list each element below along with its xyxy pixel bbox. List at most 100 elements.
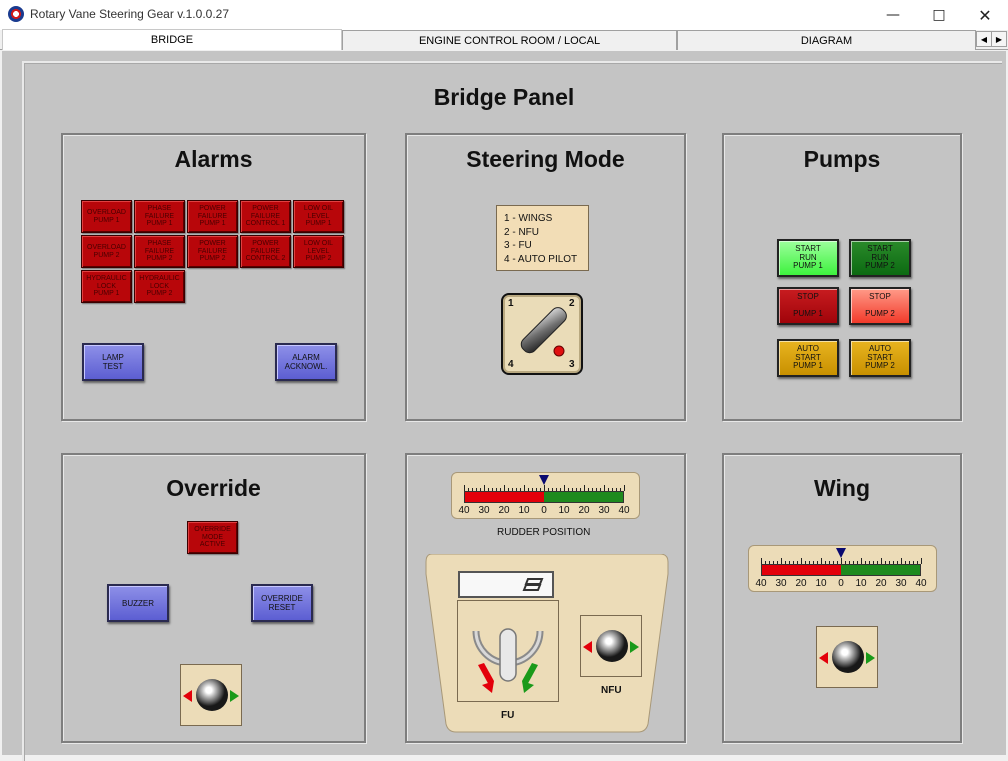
alarm-lamp: POWER FAILURE PUMP 2 bbox=[187, 235, 238, 268]
page-title: Bridge Panel bbox=[433, 84, 575, 110]
alarm-lamp: POWER FAILURE CONTROL 2 bbox=[240, 235, 291, 268]
mode-item-autopilot: 4 - AUTO PILOT bbox=[504, 253, 578, 265]
pumps-panel: Pumps START RUN PUMP 1 START RUN PUMP 2 … bbox=[722, 133, 962, 421]
scale-label: 30 bbox=[895, 578, 907, 589]
arrow-right-icon bbox=[866, 652, 875, 664]
rudder-position-indicator: 40 30 20 10 0 10 20 30 40 bbox=[451, 472, 640, 519]
tab-strip: BRIDGE ENGINE CONTROL ROOM / LOCAL DIAGR… bbox=[0, 29, 1008, 50]
scale-tick bbox=[624, 485, 625, 491]
scale-label: 40 bbox=[915, 578, 927, 589]
alarm-lamp: HYDRAULIC LOCK PUMP 2 bbox=[134, 270, 185, 303]
scale-label: 20 bbox=[578, 505, 590, 516]
scale-label: 20 bbox=[795, 578, 807, 589]
alarm-lamp: HYDRAULIC LOCK PUMP 1 bbox=[81, 270, 132, 303]
tab-scroll-right-icon[interactable]: ▶ bbox=[991, 31, 1007, 47]
scale-label: 0 bbox=[541, 505, 547, 516]
auto-start-pump-2-button[interactable]: AUTO START PUMP 2 bbox=[849, 339, 911, 377]
rudder-panel: 40 30 20 10 0 10 20 30 40 RUDDER POSITION FU bbox=[405, 453, 686, 743]
stop-pump-1-button[interactable]: STOP PUMP 1 bbox=[777, 287, 839, 325]
rudder-pointer-icon bbox=[836, 548, 846, 558]
scale-stbd-green bbox=[544, 492, 623, 502]
mode-item-nfu: 2 - NFU bbox=[504, 226, 539, 238]
alarms-panel: Alarms OVERLOAD PUMP 1 PHASE FAILURE PUMP… bbox=[61, 133, 366, 421]
stop-pump-2-button[interactable]: STOP PUMP 2 bbox=[849, 287, 911, 325]
scale-bar bbox=[464, 491, 624, 503]
scale-stbd-green bbox=[841, 565, 920, 575]
fu-caption: FU bbox=[501, 710, 515, 721]
rudder-order-display bbox=[458, 571, 554, 598]
override-joystick[interactable] bbox=[180, 664, 242, 726]
override-reset-button[interactable]: OVERRIDE RESET bbox=[251, 584, 313, 622]
close-button[interactable]: ✕ bbox=[962, 0, 1008, 30]
joystick-knob-icon bbox=[196, 679, 228, 711]
arrow-left-icon bbox=[183, 690, 192, 702]
tab-bridge[interactable]: BRIDGE bbox=[2, 29, 342, 50]
alarm-lamp: PHASE FAILURE PUMP 2 bbox=[134, 235, 185, 268]
nfu-caption: NFU bbox=[601, 685, 622, 696]
alarm-lamp: POWER FAILURE CONTROL 1 bbox=[240, 200, 291, 233]
scale-label: 40 bbox=[755, 578, 767, 589]
alarm-acknowledge-button[interactable]: ALARM ACKNOWL. bbox=[275, 343, 337, 381]
scale-port-red bbox=[762, 565, 841, 575]
scale-label: 30 bbox=[775, 578, 787, 589]
auto-start-pump-1-button[interactable]: AUTO START PUMP 1 bbox=[777, 339, 839, 377]
arrow-left-icon bbox=[583, 641, 592, 653]
override-mode-active-lamp: OVERRIDE MODE ACTIVE bbox=[187, 521, 238, 554]
mode-item-fu: 3 - FU bbox=[504, 240, 532, 251]
digital-segment-icon bbox=[522, 578, 544, 591]
buzzer-button[interactable]: BUZZER bbox=[107, 584, 169, 622]
alarm-lamp: OVERLOAD PUMP 1 bbox=[81, 200, 132, 233]
bridge-content: Bridge Panel Alarms OVERLOAD PUMP 1 PHASE… bbox=[2, 51, 1006, 761]
steering-mode-list: 1 - WINGS 2 - NFU 3 - FU 4 - AUTO PILOT bbox=[496, 205, 589, 271]
scale-label: 30 bbox=[598, 505, 610, 516]
scale-label: 10 bbox=[558, 505, 570, 516]
steering-mode-title: Steering Mode bbox=[466, 146, 625, 172]
fu-tiller-icon bbox=[472, 628, 544, 693]
alarm-lamp: LOW OIL LEVEL PUMP 2 bbox=[293, 235, 344, 268]
override-panel: Override OVERRIDE MODE ACTIVE BUZZER OVE… bbox=[61, 453, 366, 743]
nfu-joystick[interactable] bbox=[580, 615, 642, 677]
scale-label: 10 bbox=[518, 505, 530, 516]
joystick-knob-icon bbox=[596, 630, 628, 662]
alarm-lamp: OVERLOAD PUMP 2 bbox=[81, 235, 132, 268]
scale-tick bbox=[921, 558, 922, 564]
tab-diagram[interactable]: DIAGRAM bbox=[677, 30, 976, 50]
maximize-button[interactable]: □ bbox=[916, 0, 962, 30]
scale-label: 10 bbox=[815, 578, 827, 589]
tab-scroll-left-icon[interactable]: ◀ bbox=[976, 31, 992, 47]
arrow-left-icon bbox=[819, 652, 828, 664]
rudder-position-caption: RUDDER POSITION bbox=[497, 527, 591, 538]
tab-engine-control-room[interactable]: ENGINE CONTROL ROOM / LOCAL bbox=[342, 30, 677, 50]
joystick-knob-icon bbox=[832, 641, 864, 673]
scale-label: 40 bbox=[458, 505, 470, 516]
scale-port-red bbox=[465, 492, 544, 502]
window-title: Rotary Vane Steering Gear v.1.0.0.27 bbox=[30, 7, 230, 21]
scale-label: 20 bbox=[875, 578, 887, 589]
app-icon bbox=[8, 6, 24, 22]
fu-tiller[interactable] bbox=[457, 600, 559, 702]
wing-rudder-indicator: 40 30 20 10 0 10 20 30 40 bbox=[748, 545, 937, 592]
override-title: Override bbox=[166, 475, 261, 501]
arrow-right-icon bbox=[230, 690, 239, 702]
alarms-title: Alarms bbox=[174, 146, 253, 172]
start-pump-2-button[interactable]: START RUN PUMP 2 bbox=[849, 239, 911, 277]
alarm-lamp: PHASE FAILURE PUMP 1 bbox=[134, 200, 185, 233]
arrow-right-icon bbox=[630, 641, 639, 653]
rotary-knob-icon bbox=[520, 307, 567, 357]
scale-label: 0 bbox=[838, 578, 844, 589]
scale-label: 40 bbox=[618, 505, 630, 516]
steering-mode-panel: Steering Mode 1 - WINGS 2 - NFU 3 - FU 4… bbox=[405, 133, 686, 421]
minimize-button[interactable]: — bbox=[870, 0, 916, 30]
wing-joystick[interactable] bbox=[816, 626, 878, 688]
steering-mode-selector[interactable]: 1 2 3 4 bbox=[501, 293, 583, 375]
start-pump-1-button[interactable]: START RUN PUMP 1 bbox=[777, 239, 839, 277]
scale-label: 20 bbox=[498, 505, 510, 516]
pumps-title: Pumps bbox=[803, 146, 881, 172]
mode-item-wings: 1 - WINGS bbox=[504, 213, 553, 224]
lamp-test-button[interactable]: LAMP TEST bbox=[82, 343, 144, 381]
alarm-lamp: POWER FAILURE PUMP 1 bbox=[187, 200, 238, 233]
rudder-pointer-icon bbox=[539, 475, 549, 485]
title-bar: Rotary Vane Steering Gear v.1.0.0.27 — □… bbox=[0, 0, 1008, 30]
alarm-lamp: LOW OIL LEVEL PUMP 1 bbox=[293, 200, 344, 233]
scale-label: 10 bbox=[855, 578, 867, 589]
